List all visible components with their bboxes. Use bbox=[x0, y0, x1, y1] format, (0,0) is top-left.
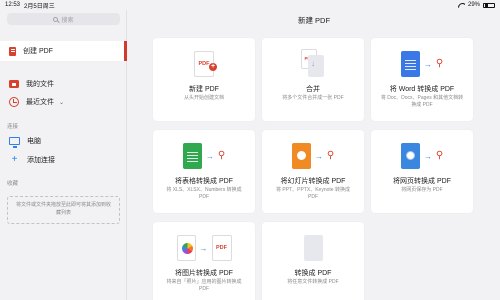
sidebar-item-label: 电脑 bbox=[27, 138, 41, 145]
status-bar: 12:53 2月5日周三 29% bbox=[0, 0, 500, 10]
plus-badge-icon: + bbox=[209, 63, 217, 71]
main-content: 新建 PDF PDF + 新建 PDF 从头开始创建文档 PDF ↓ 合并 将多… bbox=[128, 10, 500, 300]
merge-icon: PDF ↓ bbox=[298, 49, 328, 79]
card-art: → ⚲ bbox=[262, 139, 364, 173]
sidebar-item-create-pdf[interactable]: 创建 PDF bbox=[0, 41, 127, 61]
card-description: 从头开始创建文档 bbox=[183, 95, 224, 101]
favorites-drop-zone[interactable]: 将文件或文件夹拖放至此即可将其添加到收藏列表 bbox=[7, 196, 120, 224]
wifi-icon bbox=[458, 3, 465, 8]
pdf-badge: PDF bbox=[216, 245, 227, 251]
card-word-to-pdf[interactable]: → ⚲ 将 Word 转换成 PDF 将 Doc、Docx、Pages 和其他文… bbox=[371, 38, 473, 121]
card-title: 将网页转换成 PDF bbox=[393, 178, 451, 185]
pdf-file-icon: PDF + bbox=[194, 51, 217, 77]
chevron-down-icon[interactable]: ⌄ bbox=[59, 99, 64, 106]
word-doc-icon bbox=[400, 51, 420, 77]
card-art: → ⚲ bbox=[371, 47, 473, 81]
status-time: 12:53 bbox=[5, 2, 21, 8]
sidebar-item-label: 创建 PDF bbox=[23, 48, 53, 55]
card-description: 将多个文件合并成一张 PDF bbox=[282, 95, 344, 101]
card-art: → ⚲ bbox=[153, 139, 255, 173]
spreadsheet-icon bbox=[182, 143, 202, 169]
card-title: 转换成 PDF bbox=[294, 270, 332, 277]
card-description: 将 XLS、XLSX、Numbers 转换成 PDF bbox=[166, 187, 242, 200]
status-date: 2月5日周三 bbox=[24, 3, 55, 10]
card-image-to-pdf[interactable]: → PDF 将图片转换成 PDF 将来自「照片」应用的图片转换成 PDF bbox=[153, 222, 255, 300]
sidebar-item-my-files[interactable]: 我的文件 bbox=[0, 74, 127, 94]
search-input[interactable]: 搜索 bbox=[7, 13, 120, 25]
photos-icon bbox=[176, 235, 196, 261]
plus-icon: + bbox=[11, 154, 18, 165]
pdf-file-icon: PDF bbox=[211, 235, 232, 261]
webpage-icon bbox=[400, 143, 420, 169]
card-merge[interactable]: PDF ↓ 合并 将多个文件合并成一张 PDF bbox=[262, 38, 364, 121]
acrobat-icon: ⚲ bbox=[435, 150, 444, 161]
section-heading-connect: 连接 bbox=[7, 124, 19, 130]
card-art bbox=[262, 231, 364, 265]
battery-percent: 29% bbox=[467, 2, 480, 8]
acrobat-icon: ⚲ bbox=[326, 150, 335, 161]
sidebar-item-label: 添加连接 bbox=[27, 157, 55, 164]
card-title: 将 Word 转换成 PDF bbox=[389, 86, 455, 93]
search-placeholder: 搜索 bbox=[61, 17, 74, 24]
clock-icon bbox=[9, 97, 19, 107]
folder-icon bbox=[9, 80, 19, 88]
pdf-badge: PDF bbox=[198, 61, 210, 67]
sidebar-item-add-connection[interactable]: + 添加连接 bbox=[0, 150, 127, 170]
card-description: 将 Doc、Docx、Pages 和其他文档转换成 PDF bbox=[380, 95, 464, 108]
arrow-down-icon: ↓ bbox=[311, 59, 315, 68]
card-title: 新建 PDF bbox=[189, 86, 219, 93]
sidebar-item-label: 最近文件 bbox=[26, 99, 54, 106]
card-art: PDF ↓ bbox=[262, 47, 364, 81]
section-heading-favorites: 收藏 bbox=[7, 181, 19, 187]
card-title: 将图片转换成 PDF bbox=[175, 270, 233, 277]
card-description: 将任意文件转换成 PDF bbox=[287, 279, 339, 285]
card-description: 将来自「照片」应用的图片转换成 PDF bbox=[166, 279, 242, 292]
card-description: 将网页保存为 PDF bbox=[401, 187, 443, 193]
arrow-right-icon: → bbox=[205, 151, 214, 161]
battery-icon bbox=[483, 2, 495, 8]
card-art: → ⚲ bbox=[371, 139, 473, 173]
card-new-pdf[interactable]: PDF + 新建 PDF 从头开始创建文档 bbox=[153, 38, 255, 121]
arrow-right-icon: → bbox=[199, 243, 208, 253]
acrobat-icon: ⚲ bbox=[435, 58, 444, 69]
acrobat-icon: ⚲ bbox=[217, 150, 226, 161]
sidebar-item-recent-files[interactable]: 最近文件 ⌄ bbox=[0, 92, 127, 112]
card-convert-to-pdf[interactable]: 转换成 PDF 将任意文件转换成 PDF bbox=[262, 222, 364, 300]
file-icon bbox=[303, 235, 323, 261]
create-pdf-icon bbox=[9, 46, 16, 56]
arrow-right-icon: → bbox=[423, 151, 432, 161]
sidebar: 搜索 创建 PDF 我的文件 最近文件 ⌄ 连接 电脑 + 添加连接 收藏 将文… bbox=[0, 10, 127, 300]
card-spreadsheet-to-pdf[interactable]: → ⚲ 将表格转换成 PDF 将 XLS、XLSX、Numbers 转换成 PD… bbox=[153, 130, 255, 213]
card-art: PDF + bbox=[153, 47, 255, 81]
card-webpage-to-pdf[interactable]: → ⚲ 将网页转换成 PDF 将网页保存为 PDF bbox=[371, 130, 473, 213]
search-icon bbox=[53, 16, 59, 22]
page-title: 新建 PDF bbox=[297, 16, 331, 25]
arrow-right-icon: → bbox=[423, 59, 432, 69]
card-art: → PDF bbox=[153, 231, 255, 265]
card-title: 将幻灯片转换成 PDF bbox=[280, 178, 346, 185]
card-description: 将 PPT、PPTX、Keynote 转换成 PDF bbox=[276, 187, 350, 200]
computer-icon bbox=[9, 137, 20, 148]
slides-icon bbox=[291, 143, 311, 169]
sidebar-item-computer[interactable]: 电脑 bbox=[0, 131, 127, 151]
sidebar-item-label: 我的文件 bbox=[26, 81, 54, 88]
card-slides-to-pdf[interactable]: → ⚲ 将幻灯片转换成 PDF 将 PPT、PPTX、Keynote 转换成 P… bbox=[262, 130, 364, 213]
card-title: 合并 bbox=[306, 86, 320, 93]
arrow-right-icon: → bbox=[314, 151, 323, 161]
card-title: 将表格转换成 PDF bbox=[175, 178, 233, 185]
